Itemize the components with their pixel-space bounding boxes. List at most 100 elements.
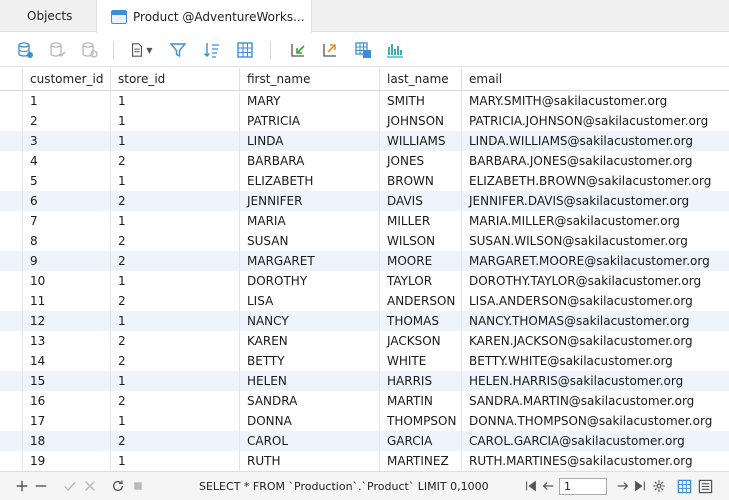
cell-last-name[interactable]: TAYLOR xyxy=(379,271,461,291)
cell-customer-id[interactable]: 1 xyxy=(22,91,110,111)
row-indicator[interactable] xyxy=(0,331,22,351)
grid-view-icon[interactable] xyxy=(234,39,256,61)
cell-customer-id[interactable]: 18 xyxy=(22,431,110,451)
cell-first-name[interactable]: KAREN xyxy=(239,331,379,351)
cell-last-name[interactable]: MARTINEZ xyxy=(379,451,461,471)
cell-first-name[interactable]: MARIA xyxy=(239,211,379,231)
table-row[interactable]: 4 2 BARBARA JONES BARBARA.JONES@sakilacustom… xyxy=(0,151,729,171)
cell-email[interactable]: PATRICIA.JOHNSON@sakilacustomer.org xyxy=(461,111,729,131)
cell-first-name[interactable]: HELEN xyxy=(239,371,379,391)
grid-mode-icon[interactable] xyxy=(676,478,692,494)
cell-store-id[interactable]: 1 xyxy=(110,311,239,331)
row-indicator[interactable] xyxy=(0,351,22,371)
column-header-email[interactable]: email xyxy=(461,68,729,91)
cell-email[interactable]: SANDRA.MARTIN@sakilacustomer.org xyxy=(461,391,729,411)
cell-last-name[interactable]: MOORE xyxy=(379,251,461,271)
row-indicator[interactable] xyxy=(0,211,22,231)
cell-first-name[interactable]: JENNIFER xyxy=(239,191,379,211)
cell-first-name[interactable]: LISA xyxy=(239,291,379,311)
tab-objects[interactable]: Objects xyxy=(0,0,96,32)
cell-email[interactable]: LISA.ANDERSON@sakilacustomer.org xyxy=(461,291,729,311)
table-row[interactable]: 19 1 RUTH MARTINEZ RUTH.MARTINES@sakilacusto… xyxy=(0,451,729,471)
row-indicator[interactable] xyxy=(0,231,22,251)
cell-last-name[interactable]: JONES xyxy=(379,151,461,171)
database-commit-icon[interactable] xyxy=(46,39,68,61)
cell-last-name[interactable]: JOHNSON xyxy=(379,111,461,131)
cell-last-name[interactable]: MARTIN xyxy=(379,391,461,411)
cell-customer-id[interactable]: 6 xyxy=(22,191,110,211)
cell-email[interactable]: RUTH.MARTINES@sakilacustomer.org xyxy=(461,451,729,471)
row-indicator[interactable] xyxy=(0,311,22,331)
cell-first-name[interactable]: LINDA xyxy=(239,131,379,151)
cell-first-name[interactable]: NANCY xyxy=(239,311,379,331)
cell-store-id[interactable]: 2 xyxy=(110,351,239,371)
cell-email[interactable]: MARGARET.MOORE@sakilacustomer.org xyxy=(461,251,729,271)
row-indicator[interactable] xyxy=(0,131,22,151)
settings-icon[interactable] xyxy=(651,478,667,494)
cell-customer-id[interactable]: 16 xyxy=(22,391,110,411)
row-indicator[interactable] xyxy=(0,171,22,191)
cell-last-name[interactable]: WILLIAMS xyxy=(379,131,461,151)
cell-customer-id[interactable]: 12 xyxy=(22,311,110,331)
table-row[interactable]: 15 1 HELEN HARRIS HELEN.HARRIS@sakilacustome… xyxy=(0,371,729,391)
table-row[interactable]: 14 2 BETTY WHITE BETTY.WHITE@sakilacustomer.… xyxy=(0,351,729,371)
table-row[interactable]: 7 1 MARIA MILLER MARIA.MILLER@sakilacustomer… xyxy=(0,211,729,231)
chart-icon[interactable] xyxy=(384,39,406,61)
cell-store-id[interactable]: 1 xyxy=(110,211,239,231)
cell-store-id[interactable]: 1 xyxy=(110,171,239,191)
cell-last-name[interactable]: BROWN xyxy=(379,171,461,191)
cell-email[interactable]: KAREN.JACKSON@sakilacustomer.org xyxy=(461,331,729,351)
table-row[interactable]: 13 2 KAREN JACKSON KAREN.JACKSON@sakilacusto… xyxy=(0,331,729,351)
table-row[interactable]: 17 1 DONNA THOMPSON DONNA.THOMPSON@sakilacus… xyxy=(0,411,729,431)
cell-email[interactable]: MARY.SMITH@sakilacustomer.org xyxy=(461,91,729,111)
last-page-icon[interactable] xyxy=(632,478,648,494)
row-indicator[interactable] xyxy=(0,291,22,311)
cell-first-name[interactable]: DONNA xyxy=(239,411,379,431)
cell-email[interactable]: DONNA.THOMPSON@sakilacustomer.org xyxy=(461,411,729,431)
cell-customer-id[interactable]: 9 xyxy=(22,251,110,271)
cell-first-name[interactable]: SUSAN xyxy=(239,231,379,251)
table-row[interactable]: 12 1 NANCY THOMAS NANCY.THOMAS@sakilacustome… xyxy=(0,311,729,331)
cell-first-name[interactable]: ELIZABETH xyxy=(239,171,379,191)
cell-email[interactable]: DOROTHY.TAYLOR@sakilacustomer.org xyxy=(461,271,729,291)
row-indicator[interactable] xyxy=(0,111,22,131)
cell-store-id[interactable]: 2 xyxy=(110,391,239,411)
table-row[interactable]: 8 2 SUSAN WILSON SUSAN.WILSON@sakilacustomer… xyxy=(0,231,729,251)
cell-first-name[interactable]: RUTH xyxy=(239,451,379,471)
database-begin-icon[interactable] xyxy=(14,39,36,61)
refresh-icon[interactable] xyxy=(110,478,126,494)
table-row[interactable]: 3 1 LINDA WILLIAMS LINDA.WILLIAMS@sakilacust… xyxy=(0,131,729,151)
cell-first-name[interactable]: CAROL xyxy=(239,431,379,451)
cell-email[interactable]: HELEN.HARRIS@sakilacustomer.org xyxy=(461,371,729,391)
cell-email[interactable]: CAROL.GARCIA@sakilacustomer.org xyxy=(461,431,729,451)
add-record-icon[interactable] xyxy=(14,478,30,494)
import-icon[interactable] xyxy=(287,39,309,61)
cell-customer-id[interactable]: 3 xyxy=(22,131,110,151)
next-page-icon[interactable] xyxy=(615,478,631,494)
cell-last-name[interactable]: MILLER xyxy=(379,211,461,231)
table-row[interactable]: 11 2 LISA ANDERSON LISA.ANDERSON@sakilacusto… xyxy=(0,291,729,311)
page-number-input[interactable]: 1 xyxy=(559,478,607,495)
cell-customer-id[interactable]: 7 xyxy=(22,211,110,231)
table-row[interactable]: 18 2 CAROL GARCIA CAROL.GARCIA@sakilacustome… xyxy=(0,431,729,451)
form-mode-icon[interactable] xyxy=(697,478,713,494)
cell-first-name[interactable]: BETTY xyxy=(239,351,379,371)
apply-icon[interactable] xyxy=(62,478,78,494)
cell-email[interactable]: SUSAN.WILSON@sakilacustomer.org xyxy=(461,231,729,251)
cell-email[interactable]: JENNIFER.DAVIS@sakilacustomer.org xyxy=(461,191,729,211)
cell-last-name[interactable]: DAVIS xyxy=(379,191,461,211)
export-icon[interactable] xyxy=(319,39,341,61)
stop-icon[interactable] xyxy=(130,478,146,494)
cell-first-name[interactable]: PATRICIA xyxy=(239,111,379,131)
cell-store-id[interactable]: 1 xyxy=(110,271,239,291)
cell-customer-id[interactable]: 5 xyxy=(22,171,110,191)
cell-email[interactable]: NANCY.THOMAS@sakilacustomer.org xyxy=(461,311,729,331)
cell-last-name[interactable]: WHITE xyxy=(379,351,461,371)
previous-page-icon[interactable] xyxy=(540,478,556,494)
row-indicator[interactable] xyxy=(0,271,22,291)
row-indicator[interactable] xyxy=(0,91,22,111)
cell-store-id[interactable]: 1 xyxy=(110,451,239,471)
cell-customer-id[interactable]: 17 xyxy=(22,411,110,431)
column-header-customer-id[interactable]: customer_id xyxy=(22,68,110,91)
cell-store-id[interactable]: 1 xyxy=(110,371,239,391)
